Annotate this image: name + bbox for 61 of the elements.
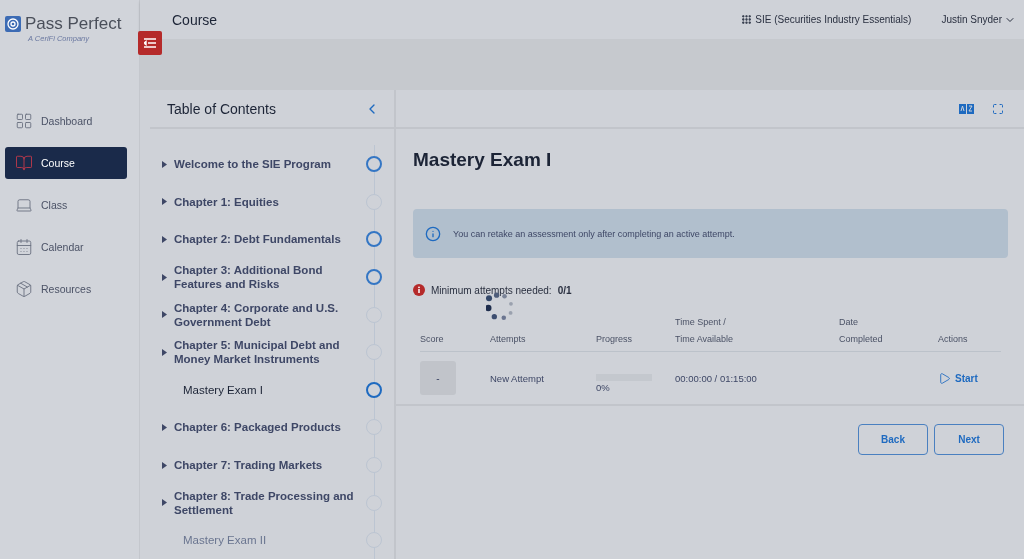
grid-icon: [741, 14, 753, 26]
play-icon: [938, 371, 951, 385]
caret-icon: [162, 235, 167, 243]
expand-icon: [992, 102, 1004, 115]
toc-item[interactable]: Chapter 4: Corporate and U.S. Government Debt: [174, 300, 360, 329]
fullscreen-button[interactable]: [992, 102, 1004, 115]
column-header: Date Completed: [839, 314, 938, 353]
brand-name: Pass Perfect: [25, 14, 122, 34]
caret-icon: [162, 423, 167, 431]
book-icon: [959, 102, 974, 115]
user-menu[interactable]: Justin Snyder: [941, 13, 1016, 26]
start-button[interactable]: Start: [938, 371, 978, 385]
glossary-button[interactable]: [959, 102, 974, 115]
nav-item[interactable]: Course: [5, 147, 127, 179]
caret-icon: [162, 273, 167, 281]
nav-item[interactable]: Dashboard: [5, 105, 127, 137]
progress-text: 0%: [596, 381, 611, 393]
toc-item[interactable]: Chapter 6: Packaged Products: [174, 420, 360, 435]
toc-item[interactable]: Chapter 3: Additional Bond Features and Risks: [174, 263, 360, 292]
toc-item[interactable]: Chapter 1: Equities: [174, 194, 360, 209]
toc-item[interactable]: Chapter 5: Municipal Debt and Money Market Instruments: [174, 338, 360, 367]
menu-icon: [144, 38, 156, 48]
caret-icon: [162, 198, 167, 206]
program-selector[interactable]: SIE (Securities Industry Essentials): [741, 14, 912, 26]
nav-item[interactable]: Calendar: [5, 231, 127, 263]
caret-icon: [162, 348, 167, 356]
toc-title: Table of Contents: [167, 100, 276, 117]
column-header: Time Spent / Time Available: [675, 314, 839, 353]
attempt-cell-text: New Attempt: [490, 371, 545, 386]
minimum-attempts-label: Minimum attempts needed:: [431, 284, 552, 296]
toc-item[interactable]: Mastery Exam I: [174, 382, 360, 397]
toc-item[interactable]: Chapter 7: Trading Markets: [174, 458, 360, 472]
alert-icon: [413, 284, 425, 297]
calendar-icon: [15, 238, 33, 256]
caret-icon: [162, 311, 167, 319]
course-icon: [15, 154, 33, 172]
toc-item[interactable]: Chapter 2: Debt Fundamentals: [174, 232, 360, 247]
nav-item[interactable]: Class: [5, 189, 127, 221]
score-cell: -: [420, 361, 456, 396]
logo-icon: [5, 16, 21, 32]
menu-button[interactable]: [138, 31, 162, 55]
notice-text: You can retake an assessment only after completing an active attempt.: [453, 228, 735, 239]
column-header: Progress: [596, 314, 675, 353]
nav-item[interactable]: Resources: [5, 273, 127, 305]
caret-icon: [162, 499, 167, 507]
caret-icon: [162, 160, 167, 168]
column-header: Score: [420, 314, 490, 353]
time-cell-text: 00:00:00 / 01:15:00: [675, 371, 758, 386]
page-title: Course: [172, 11, 218, 28]
resources-icon: [15, 280, 33, 298]
dashboard-icon: [15, 112, 33, 130]
minimum-attempts-value: 0/1: [557, 284, 572, 296]
toc-item[interactable]: Welcome to the SIE Program: [174, 157, 360, 172]
toc-item[interactable]: Chapter 8: Trade Processing and Settlement: [174, 488, 360, 517]
class-icon: [15, 196, 33, 214]
exam-title: Mastery Exam I: [413, 149, 553, 172]
nav-button[interactable]: Back: [858, 424, 928, 456]
caret-icon: [162, 461, 167, 469]
column-header: Actions: [938, 314, 1001, 353]
nav-button[interactable]: Next: [934, 424, 1004, 456]
info-icon: [425, 225, 441, 242]
